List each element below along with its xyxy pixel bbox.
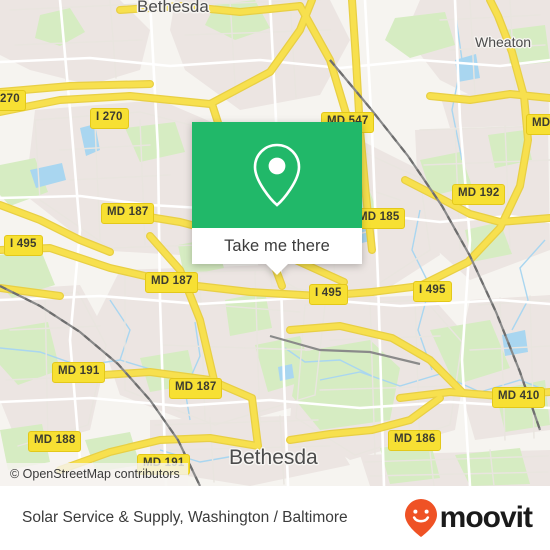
moovit-smiling-pin-logo <box>404 499 437 537</box>
take-me-there-label: Take me there <box>224 236 330 255</box>
map-canvas[interactable]: .res { fill:#ece5e2; } .park { fill:#d6e… <box>0 0 550 486</box>
moovit-map-screenshot: .res { fill:#ece5e2; } .park { fill:#d6e… <box>0 0 550 550</box>
footer-bar: Solar Service & Supply, Washington / Bal… <box>0 486 550 550</box>
road-shield: I 495 <box>413 281 452 302</box>
road-shield: I 270 <box>90 108 129 129</box>
popup-action-area[interactable]: Take me there <box>192 228 362 264</box>
map-pin-icon <box>253 143 301 207</box>
road-shield: I 495 <box>309 284 348 305</box>
road-shield: MD 187 <box>101 203 155 224</box>
road-shield: MD 191 <box>52 362 106 383</box>
road-shield: MD 410 <box>492 387 546 408</box>
popup-pointer-tail <box>266 264 288 275</box>
road-shield: I 495 <box>4 235 43 256</box>
osm-attribution[interactable]: © OpenStreetMap contributors <box>0 462 188 486</box>
road-shield: 270 <box>0 90 26 111</box>
road-shield: MD 188 <box>28 431 82 452</box>
road-shield: MD 187 <box>169 378 223 399</box>
moovit-wordmark: moovit <box>439 501 533 534</box>
moovit-brand[interactable]: moovit <box>404 498 533 538</box>
location-title: Solar Service & Supply, Washington / Bal… <box>22 509 348 526</box>
road-shield: MD <box>526 114 550 135</box>
road-shield: MD 186 <box>388 430 442 451</box>
destination-popup-card[interactable]: Take me there <box>192 122 362 275</box>
road-shield: MD 187 <box>145 272 199 293</box>
road-shield: MD 192 <box>452 184 506 205</box>
popup-pin-area <box>192 122 362 228</box>
